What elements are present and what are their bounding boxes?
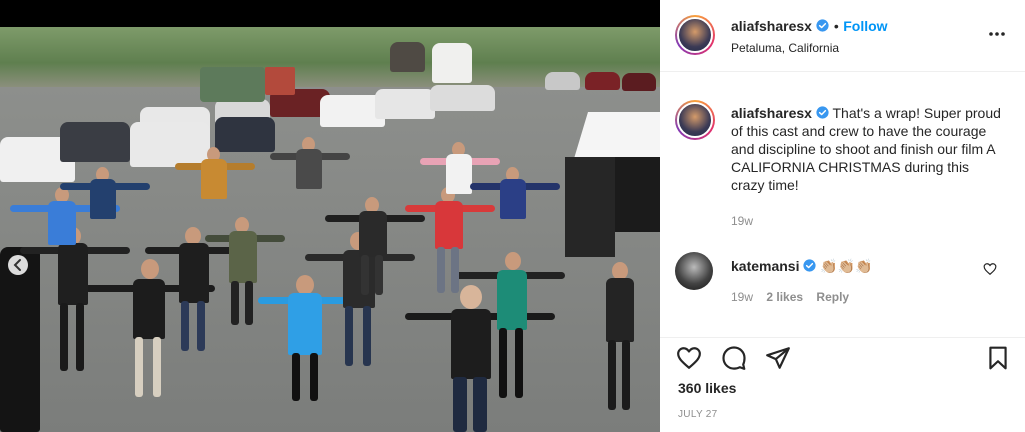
post-sidebar: aliafsharesx • Follow Petaluma, Californ…	[660, 0, 1025, 432]
photo-car	[545, 72, 580, 90]
comment-likes[interactable]: 2 likes	[766, 290, 803, 304]
verified-badge-icon	[816, 18, 833, 35]
post-date[interactable]: JULY 27	[678, 409, 718, 420]
share-icon[interactable]	[765, 345, 791, 371]
photo-shed	[265, 67, 295, 95]
comment-reply-button[interactable]: Reply	[816, 290, 849, 304]
separator-dot: •	[833, 18, 839, 34]
top-bar	[0, 0, 660, 27]
author-line: aliafsharesx • Follow	[731, 18, 888, 36]
caption-age[interactable]: 19w	[731, 214, 753, 228]
caption: aliafsharesx That's a wrap! Super proud …	[731, 104, 1001, 194]
comment-text: 👏🏼👏🏼👏🏼	[820, 258, 873, 274]
photo-person	[590, 262, 650, 412]
photo-person	[270, 137, 350, 217]
likes-count[interactable]: 360 likes	[678, 380, 736, 396]
post-header: aliafsharesx • Follow Petaluma, Californ…	[660, 0, 1025, 72]
photo-tent-wall	[565, 157, 615, 257]
caption-username[interactable]: aliafsharesx	[731, 105, 812, 121]
comment-avatar[interactable]	[675, 252, 713, 290]
photo-car	[430, 85, 495, 111]
verified-badge-icon	[803, 258, 820, 274]
photo-person	[470, 167, 560, 247]
comment-username[interactable]: katemansi	[731, 258, 799, 274]
comment: katemansi 👏🏼👏🏼👏🏼	[731, 257, 991, 275]
photo-person	[60, 167, 150, 247]
more-options-icon[interactable]	[987, 24, 1007, 44]
follow-button[interactable]: Follow	[843, 18, 887, 34]
caption-avatar[interactable]	[675, 100, 715, 140]
photo-person	[205, 217, 285, 327]
comment-meta: 19w 2 likes Reply	[731, 290, 849, 304]
photo-tank	[200, 67, 265, 102]
photo-car	[585, 72, 620, 90]
comment-icon[interactable]	[721, 345, 747, 371]
post-photo[interactable]	[0, 27, 660, 432]
comment-age[interactable]: 19w	[731, 290, 753, 304]
photo-car	[622, 73, 656, 91]
photo-car	[60, 122, 130, 162]
chevron-left-icon[interactable]	[8, 255, 28, 275]
bookmark-icon[interactable]	[985, 345, 1011, 371]
photo-truck	[432, 43, 472, 83]
author-username[interactable]: aliafsharesx	[731, 18, 812, 34]
post-location[interactable]: Petaluma, California	[731, 41, 839, 55]
verified-badge-icon	[816, 105, 833, 121]
photo-truck	[390, 42, 425, 72]
small-heart-icon[interactable]	[983, 262, 997, 276]
photo-car	[375, 89, 435, 119]
photo-person	[175, 147, 255, 227]
heart-icon[interactable]	[676, 345, 702, 371]
author-avatar[interactable]	[675, 15, 715, 55]
action-bar	[660, 337, 1025, 377]
